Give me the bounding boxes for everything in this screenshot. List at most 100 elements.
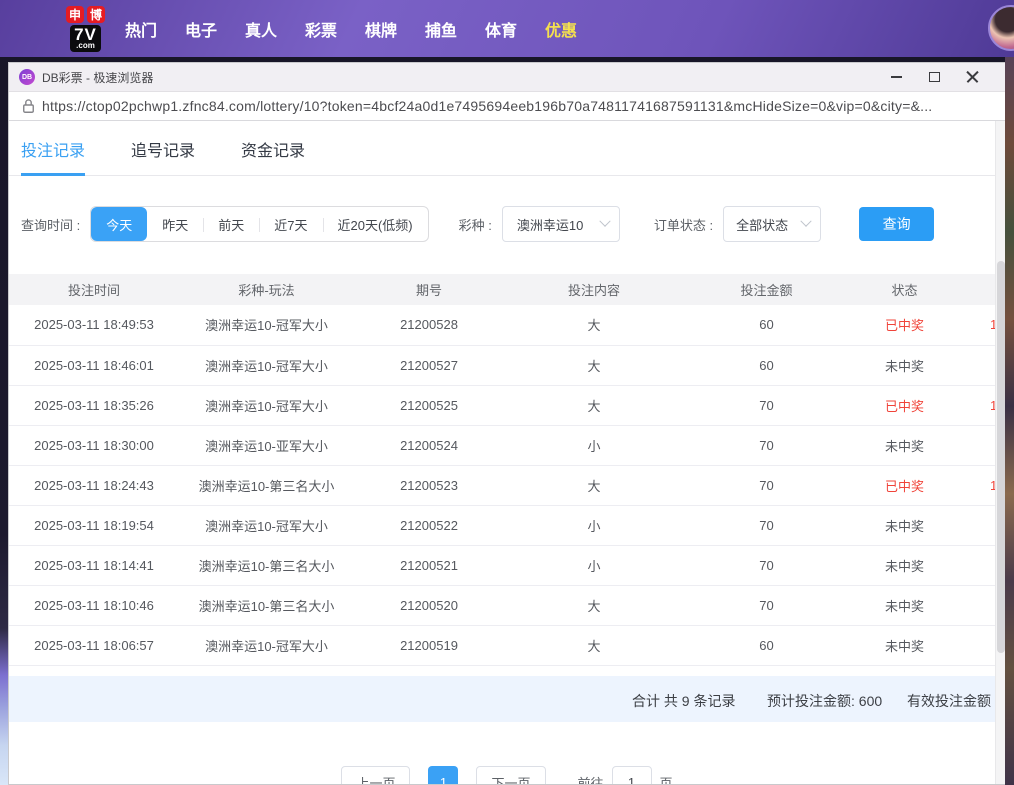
scrollbar-thumb[interactable] xyxy=(997,261,1005,653)
bet-time-cell: 2025-03-11 18:19:54 xyxy=(9,505,179,545)
time-option[interactable]: 昨天 xyxy=(147,207,203,241)
window-titlebar[interactable]: DB DB彩票 - 极速浏览器 xyxy=(9,63,1005,92)
table-row: 2025-03-11 18:49:53 澳洲幸运10-冠军大小 21200528… xyxy=(9,305,1005,345)
table-row: 2025-03-11 18:35:26 澳洲幸运10-冠军大小 21200525… xyxy=(9,385,1005,425)
logo-mark: 7V .com xyxy=(70,25,101,52)
query-button[interactable]: 查询 xyxy=(859,207,934,241)
bet-amount-cell: 60 xyxy=(684,345,849,385)
lottery-select[interactable]: 澳洲幸运10 xyxy=(502,206,620,242)
main-nav: 热门 电子 真人 彩票 棋牌 捕鱼 体育 优惠 xyxy=(125,17,577,41)
status-cell: 已中奖 xyxy=(849,465,960,505)
browser-window: DB DB彩票 - 极速浏览器 https://ctop02pchwp1.zfn… xyxy=(8,62,1006,785)
bet-time-cell: 2025-03-11 18:10:46 xyxy=(9,585,179,625)
nav-item[interactable]: 彩票 xyxy=(305,17,337,41)
maximize-icon xyxy=(929,72,940,82)
nav-item[interactable]: 体育 xyxy=(485,17,517,41)
lock-icon xyxy=(23,99,34,113)
game-play-cell: 澳洲幸运10-冠军大小 xyxy=(179,345,354,385)
bet-time-cell: 2025-03-11 18:46:01 xyxy=(9,345,179,385)
issue-cell: 21200523 xyxy=(354,465,504,505)
window-title: DB彩票 - 极速浏览器 xyxy=(42,69,877,86)
bet-time-cell: 2025-03-11 18:49:53 xyxy=(9,305,179,345)
time-option[interactable]: 前天 xyxy=(203,207,259,241)
bet-amount-cell: 70 xyxy=(684,505,849,545)
minimize-button[interactable] xyxy=(877,64,915,90)
pagination: 上一页 1 下一页 前往 页 xyxy=(9,766,1005,784)
desktop-background-strip xyxy=(1005,57,1014,785)
prev-page-button[interactable]: 上一页 xyxy=(341,766,410,784)
issue-cell: 21200521 xyxy=(354,545,504,585)
issue-cell: 21200522 xyxy=(354,505,504,545)
bet-content-cell: 小 xyxy=(504,505,684,545)
bet-content-cell: 大 xyxy=(504,385,684,425)
table-header-cell: 投注金额 xyxy=(684,274,849,305)
game-play-cell: 澳洲幸运10-冠军大小 xyxy=(179,505,354,545)
nav-item[interactable]: 真人 xyxy=(245,17,277,41)
time-option[interactable]: 近20天(低频) xyxy=(323,207,428,241)
user-avatar[interactable] xyxy=(988,5,1014,51)
bet-content-cell: 小 xyxy=(504,425,684,465)
time-filter-group: 今天昨天前天近7天近20天(低频) xyxy=(90,206,428,242)
close-icon xyxy=(966,71,979,84)
bet-content-cell: 大 xyxy=(504,305,684,345)
tab[interactable]: 投注记录 xyxy=(21,137,85,176)
bet-time-cell: 2025-03-11 18:35:26 xyxy=(9,385,179,425)
issue-cell: 21200525 xyxy=(354,385,504,425)
bet-amount-cell: 60 xyxy=(684,625,849,665)
game-play-cell: 澳洲幸运10-冠军大小 xyxy=(179,305,354,345)
page-number-button[interactable]: 1 xyxy=(428,766,458,784)
next-page-button[interactable]: 下一页 xyxy=(476,766,545,784)
table-row: 2025-03-11 18:30:00 澳洲幸运10-亚军大小 21200524… xyxy=(9,425,1005,465)
records-table: 投注时间彩种-玩法期号投注内容投注金额状态中奖金额 2025-03-11 18:… xyxy=(9,274,1005,666)
tab[interactable]: 资金记录 xyxy=(241,137,305,175)
bet-amount-cell: 70 xyxy=(684,585,849,625)
summary-valid-amount: 有效投注金额 xyxy=(907,691,991,711)
table-row: 2025-03-11 18:10:46 澳洲幸运10-第三名大小 2120052… xyxy=(9,585,1005,625)
url-bar[interactable]: https://ctop02pchwp1.zfnc84.com/lottery/… xyxy=(9,92,1005,121)
bet-content-cell: 大 xyxy=(504,625,684,665)
game-play-cell: 澳洲幸运10-冠军大小 xyxy=(179,625,354,665)
nav-item[interactable]: 捕鱼 xyxy=(425,17,457,41)
time-option[interactable]: 近7天 xyxy=(259,207,322,241)
close-button[interactable] xyxy=(953,64,991,90)
status-cell: 未中奖 xyxy=(849,585,960,625)
order-status-select[interactable]: 全部状态 xyxy=(723,206,821,242)
tab[interactable]: 追号记录 xyxy=(131,137,195,175)
logo-badges: 申 博 xyxy=(66,6,105,23)
table-row: 2025-03-11 18:24:43 澳洲幸运10-第三名大小 2120052… xyxy=(9,465,1005,505)
status-cell: 未中奖 xyxy=(849,505,960,545)
issue-cell: 21200528 xyxy=(354,305,504,345)
logo-brand: 7V xyxy=(74,26,97,43)
issue-cell: 21200527 xyxy=(354,345,504,385)
status-cell: 未中奖 xyxy=(849,425,960,465)
logo-badge-bo: 博 xyxy=(87,6,105,23)
lottery-select-value: 澳洲幸运10 xyxy=(517,215,583,234)
game-play-cell: 澳洲幸运10-亚军大小 xyxy=(179,425,354,465)
time-option[interactable]: 今天 xyxy=(91,207,147,241)
nav-item[interactable]: 热门 xyxy=(125,17,157,41)
status-cell: 未中奖 xyxy=(849,625,960,665)
bet-content-cell: 大 xyxy=(504,465,684,505)
nav-item[interactable]: 优惠 xyxy=(545,17,577,41)
nav-item[interactable]: 棋牌 xyxy=(365,17,397,41)
filter-bar: 查询时间 : 今天昨天前天近7天近20天(低频) 彩种 : 澳洲幸运10 订单状… xyxy=(21,206,1005,242)
scrollbar[interactable] xyxy=(995,121,1005,784)
goto-label: 前往 xyxy=(578,773,604,785)
url-text: https://ctop02pchwp1.zfnc84.com/lottery/… xyxy=(42,98,932,114)
maximize-button[interactable] xyxy=(915,64,953,90)
bet-amount-cell: 70 xyxy=(684,545,849,585)
bet-content-cell: 小 xyxy=(504,545,684,585)
bet-amount-cell: 70 xyxy=(684,465,849,505)
game-play-cell: 澳洲幸运10-冠军大小 xyxy=(179,385,354,425)
table-header-cell: 彩种-玩法 xyxy=(179,274,354,305)
issue-cell: 21200520 xyxy=(354,585,504,625)
goto-page-input[interactable] xyxy=(612,766,652,784)
records-table-wrap: 投注时间彩种-玩法期号投注内容投注金额状态中奖金额 2025-03-11 18:… xyxy=(9,274,1005,666)
status-cell: 未中奖 xyxy=(849,345,960,385)
bet-time-cell: 2025-03-11 18:06:57 xyxy=(9,625,179,665)
issue-cell: 21200524 xyxy=(354,425,504,465)
bet-content-cell: 大 xyxy=(504,585,684,625)
site-logo[interactable]: 申 博 7V .com xyxy=(66,6,105,52)
table-row: 2025-03-11 18:06:57 澳洲幸运10-冠军大小 21200519… xyxy=(9,625,1005,665)
nav-item[interactable]: 电子 xyxy=(185,17,217,41)
